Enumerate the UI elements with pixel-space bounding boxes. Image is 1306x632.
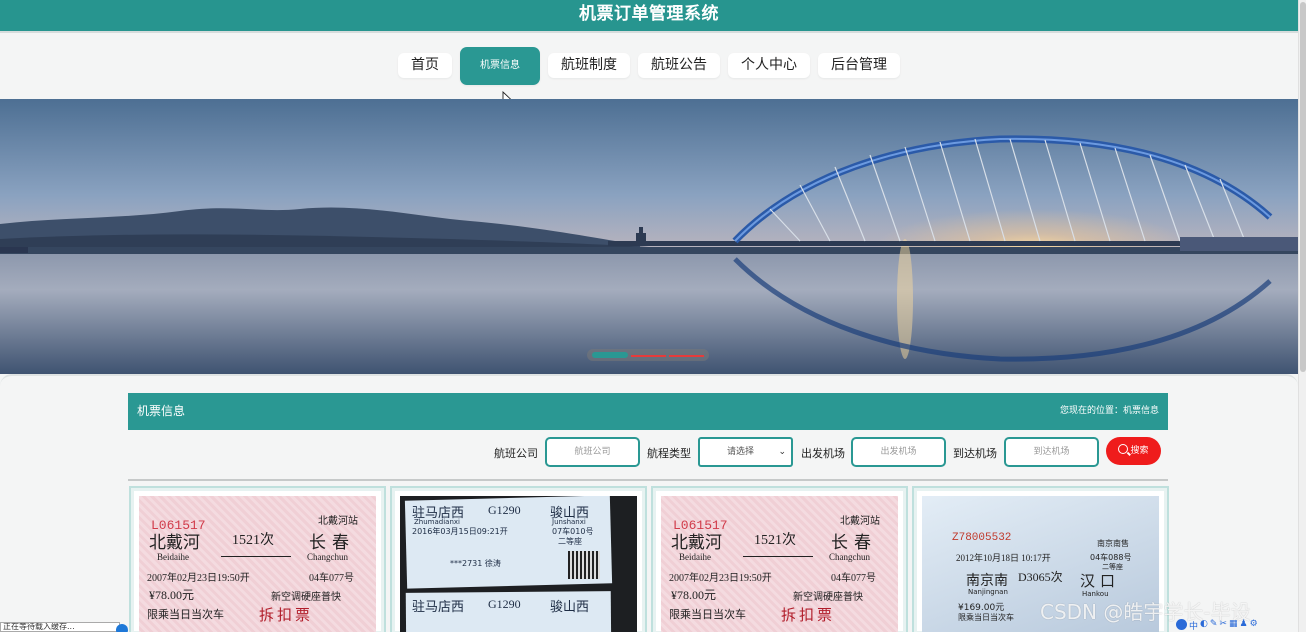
breadcrumb-prefix: 您现在的位置： bbox=[1059, 406, 1123, 416]
ticket-image: 驻马店西 G1290 骏山西 Zhumadianxi Junshanxi 201… bbox=[400, 496, 637, 632]
tray-chinese-icon[interactable]: 中 bbox=[1189, 619, 1198, 632]
chevron-down-icon: ⌄ bbox=[778, 447, 786, 457]
airline-input[interactable]: 航班公司 bbox=[545, 437, 640, 467]
nav-item-flight-notice[interactable]: 航班公告 bbox=[638, 53, 720, 78]
ticket-to-pinyin: Junshanxi bbox=[552, 518, 586, 526]
ticket-price: ¥78.00元 bbox=[149, 588, 195, 602]
ticket-from-pinyin: Beidaihe bbox=[679, 552, 711, 562]
ticket-price: ¥78.00元 bbox=[671, 588, 717, 602]
carousel-dot-2[interactable] bbox=[631, 355, 666, 357]
ticket-date: 2007年02月23日19:50开 bbox=[147, 573, 250, 584]
ticket-seat: 04车077号 bbox=[831, 573, 876, 584]
nav-item-flight-policy[interactable]: 航班制度 bbox=[548, 53, 630, 78]
tray-scissors-icon[interactable]: ✂ bbox=[1219, 619, 1227, 632]
loading-indicator-icon bbox=[116, 624, 128, 632]
tray-gear-icon[interactable]: ⚙ bbox=[1250, 619, 1258, 632]
ticket-class: 新空调硬座普快 bbox=[271, 592, 341, 603]
arrival-airport-input[interactable]: 到达机场 bbox=[1004, 437, 1099, 467]
ticket-to: 长春 bbox=[831, 533, 877, 552]
ticket-seat: 04车077号 bbox=[309, 573, 354, 584]
ticket-date: 2007年02月23日19:50开 bbox=[669, 573, 772, 584]
panel-header: 机票信息 您现在的位置：机票信息 bbox=[128, 393, 1168, 430]
carousel-dot-1[interactable] bbox=[592, 352, 628, 358]
ticket-train: 1521次 bbox=[232, 533, 274, 548]
ticket-from-pinyin: Nanjingnan bbox=[968, 588, 1008, 596]
ticket-date: 2016年03月15日09:21开 bbox=[412, 527, 508, 536]
ticket-image: L061517 北戴河站 北戴河 1521次 长春 Beidaihe Chang… bbox=[661, 496, 898, 632]
tray-keyboard-icon[interactable]: ▦ bbox=[1229, 619, 1238, 632]
search-bar: 航班公司 航班公司 航程类型 请选择 ⌄ 出发机场 出发机场 到达机场 到达机场… bbox=[0, 437, 1298, 467]
ticket-from-pinyin: Zhumadianxi bbox=[414, 518, 460, 526]
tray-s-icon[interactable] bbox=[1176, 619, 1187, 630]
qr-code-icon bbox=[568, 551, 600, 579]
page: 机票订单管理系统 首页 机票信息 航班制度 航班公告 个人中心 后台管理 机票信… bbox=[0, 0, 1306, 632]
ticket-from: 北戴河 bbox=[149, 533, 200, 552]
ticket-passenger: ***2731 徐涛 bbox=[450, 559, 501, 568]
ticket-date: 2012年10月18日 10:17开 bbox=[956, 553, 1051, 563]
ticket-number: Z78005532 bbox=[952, 532, 1012, 544]
breadcrumb: 您现在的位置：机票信息 bbox=[1060, 393, 1159, 430]
trip-type-label: 航程类型 bbox=[647, 447, 691, 460]
ticket-note: 限乘当日当次车 bbox=[958, 613, 1014, 622]
trip-type-selected: 请选择 bbox=[727, 447, 755, 457]
ticket-train: G1290 bbox=[488, 503, 521, 517]
ticket-note: 限乘当日当次车 bbox=[147, 609, 224, 621]
ticket-stamp: 拆扣票 bbox=[781, 608, 836, 624]
ticket-from: 南京南 bbox=[966, 574, 1008, 589]
ticket-top-right: 北戴河站 bbox=[840, 516, 880, 527]
nav-bar: 首页 机票信息 航班制度 航班公告 个人中心 后台管理 bbox=[0, 31, 1298, 99]
ticket-from: 北戴河 bbox=[671, 533, 722, 552]
ticket-top-right: 南京南售 bbox=[1097, 539, 1129, 548]
browser-status-bar: 正在等待载入缓存... bbox=[0, 622, 120, 632]
ticket-train: 1521次 bbox=[754, 533, 796, 548]
banner-carousel[interactable] bbox=[0, 99, 1298, 374]
ticket-to-pinyin: Changchun bbox=[829, 552, 870, 562]
nav-item-home[interactable]: 首页 bbox=[398, 53, 452, 78]
ticket-card[interactable]: L061517 北戴河站 北戴河 1521次 长春 Beidaihe Chang… bbox=[651, 486, 908, 632]
ticket-top-right: 北戴河站 bbox=[318, 516, 358, 527]
ticket-note: 限乘当日当次车 bbox=[669, 609, 746, 621]
ticket-to-pinyin: Changchun bbox=[307, 552, 348, 562]
page-scrollbar[interactable] bbox=[1298, 0, 1306, 632]
nav-menu: 首页 机票信息 航班制度 航班公告 个人中心 后台管理 bbox=[0, 47, 1298, 85]
search-button-label: 搜索 bbox=[1130, 446, 1149, 456]
breadcrumb-current[interactable]: 机票信息 bbox=[1123, 406, 1159, 416]
nav-item-admin[interactable]: 后台管理 bbox=[818, 53, 900, 78]
ticket-class: 新空调硬座普快 bbox=[793, 592, 863, 603]
ticket-from-2: 驻马店西 bbox=[412, 599, 465, 614]
ticket-from-pinyin: Beidaihe bbox=[157, 552, 189, 562]
scrollbar-thumb[interactable] bbox=[1300, 2, 1306, 372]
ticket-card[interactable]: L061517 北戴河站 北戴河 1521次 长春 Beidaihe Chang… bbox=[129, 486, 386, 632]
departure-airport-label: 出发机场 bbox=[801, 447, 845, 460]
divider bbox=[128, 479, 1168, 481]
ticket-to-2: 骏山西 bbox=[550, 599, 590, 614]
search-icon bbox=[1118, 444, 1129, 454]
ticket-train: D3065次 bbox=[1018, 570, 1063, 584]
ticket-stamp: 拆扣票 bbox=[259, 608, 314, 624]
ticket-to: 汉口 bbox=[1080, 574, 1121, 590]
panel-title: 机票信息 bbox=[137, 404, 186, 418]
site-title: 机票订单管理系统 bbox=[579, 4, 719, 24]
site-header: 机票订单管理系统 bbox=[0, 0, 1298, 31]
ticket-arrow bbox=[743, 556, 813, 557]
tray-shirt-icon[interactable]: ♟ bbox=[1239, 619, 1247, 632]
ticket-card[interactable]: 驻马店西 G1290 骏山西 Zhumadianxi Junshanxi 201… bbox=[390, 486, 647, 632]
tray-moon-icon[interactable]: ◐ bbox=[1200, 619, 1208, 632]
airline-label: 航班公司 bbox=[494, 447, 538, 460]
nav-item-ticket-info[interactable]: 机票信息 bbox=[460, 47, 540, 85]
ticket-image: L061517 北戴河站 北戴河 1521次 长春 Beidaihe Chang… bbox=[139, 496, 376, 632]
carousel-dot-3[interactable] bbox=[669, 355, 704, 357]
ticket-class: 二等座 bbox=[558, 537, 582, 546]
banner-image bbox=[0, 99, 1298, 374]
ticket-train-2: G1290 bbox=[488, 597, 521, 611]
trip-type-select[interactable]: 请选择 ⌄ bbox=[698, 437, 793, 467]
ticket-arrow bbox=[221, 556, 291, 557]
search-button[interactable]: 搜索 bbox=[1106, 437, 1161, 465]
ticket-to: 长春 bbox=[309, 533, 355, 552]
arrival-airport-label: 到达机场 bbox=[953, 447, 997, 460]
tray-pen-icon[interactable]: ✎ bbox=[1210, 619, 1218, 632]
system-tray: 中 ◐ ✎ ✂ ▦ ♟ ⚙ bbox=[1176, 619, 1298, 632]
nav-item-user-center[interactable]: 个人中心 bbox=[728, 53, 810, 78]
departure-airport-input[interactable]: 出发机场 bbox=[851, 437, 946, 467]
